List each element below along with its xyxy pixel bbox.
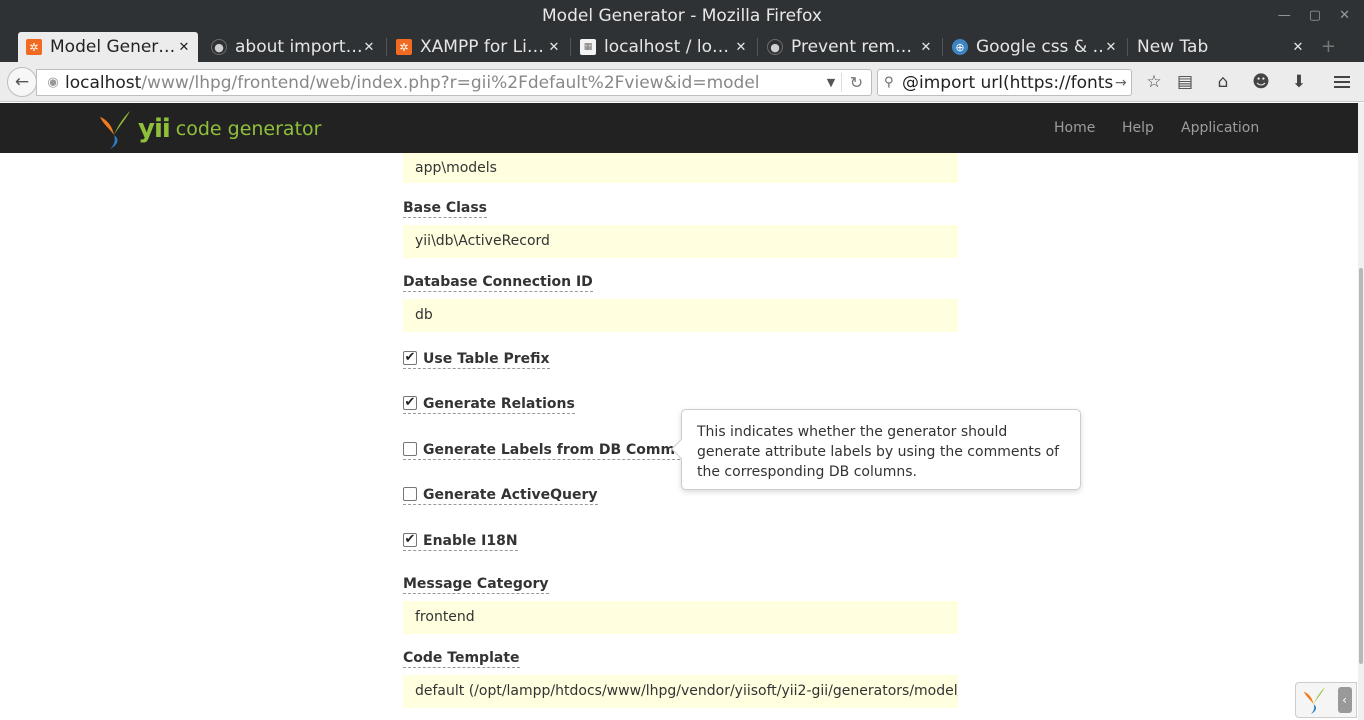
google-css-icon: ⊕ (952, 39, 968, 55)
url-dropdown-icon[interactable]: ▼ (821, 76, 841, 89)
back-button[interactable]: ← (7, 67, 37, 97)
new-tab-button[interactable]: + (1321, 36, 1336, 57)
yii-logo-icon (100, 111, 130, 149)
yii-logo[interactable]: yii code generator (96, 108, 321, 150)
phpmyadmin-icon: ▦ (580, 39, 596, 55)
tab-label: Google css & … (976, 37, 1103, 57)
tab-strip: ✲ Model Gener… ✕ ● about import… ✕ ✲ XAM… (0, 32, 1364, 62)
use-table-prefix-label: Use Table Prefix (423, 351, 550, 367)
bookmark-star-icon[interactable]: ☆ (1143, 71, 1165, 93)
tab-xampp[interactable]: ✲ XAMPP for Li… ✕ (388, 32, 568, 62)
chat-icon[interactable]: ☻ (1250, 71, 1272, 93)
search-icon: ⚲ (884, 75, 894, 90)
tab-label: Prevent rem… (791, 37, 913, 57)
generate-labels-row[interactable]: Generate Labels from DB Comments (403, 442, 710, 460)
search-go-icon[interactable]: → (1115, 75, 1131, 91)
tab-new-tab[interactable]: New Tab ✕ (1129, 32, 1312, 62)
nav-help[interactable]: Help (1122, 103, 1154, 153)
xampp-icon: ✲ (26, 39, 42, 55)
code-template-label: Code Template (403, 650, 520, 668)
db-connection-label: Database Connection ID (403, 274, 593, 292)
generate-labels-label: Generate Labels from DB Comments (423, 442, 710, 458)
message-category-input[interactable]: frontend (403, 601, 958, 634)
generate-relations-checkbox[interactable]: ✔ (403, 396, 417, 410)
code-template-select[interactable]: default (/opt/lampp/htdocs/www/lhpg/vend… (403, 675, 958, 708)
github-icon: ● (767, 39, 783, 55)
nav-home[interactable]: Home (1054, 103, 1095, 153)
tab-label: New Tab (1137, 37, 1209, 57)
tab-close-icon[interactable]: ✕ (546, 40, 562, 55)
reading-list-icon[interactable]: ▤ (1174, 71, 1196, 93)
generate-labels-tooltip: This indicates whether the generator sho… (671, 409, 1081, 490)
tab-about-import[interactable]: ● about import… ✕ (203, 32, 383, 62)
generate-labels-checkbox[interactable] (403, 442, 417, 456)
tab-close-icon[interactable]: ✕ (1290, 40, 1306, 55)
use-table-prefix-checkbox[interactable]: ✔ (403, 351, 417, 365)
generate-relations-label: Generate Relations (423, 396, 575, 412)
url-path: /www/lhpg/frontend/web/index.php?r=gii%2… (141, 72, 760, 93)
logo-code-generator-text: code generator (175, 118, 322, 140)
tooltip-text: This indicates whether the generator sho… (697, 424, 1060, 480)
site-info-icon[interactable]: ◉ (41, 75, 65, 90)
message-category-label: Message Category (403, 576, 549, 594)
generate-activequery-checkbox[interactable] (403, 487, 417, 501)
enable-i18n-row[interactable]: ✔ Enable I18N (403, 533, 518, 551)
tab-phpmyadmin[interactable]: ▦ localhost / lo… ✕ (572, 32, 755, 62)
tab-google-css[interactable]: ⊕ Google css & … ✕ (944, 32, 1125, 62)
url-host: localhost (65, 72, 142, 93)
enable-i18n-checkbox[interactable]: ✔ (403, 533, 417, 547)
generate-activequery-row[interactable]: Generate ActiveQuery (403, 487, 598, 505)
generate-activequery-label: Generate ActiveQuery (423, 487, 598, 503)
xampp-icon: ✲ (396, 39, 412, 55)
tab-label: Model Gener… (50, 37, 176, 57)
reload-icon[interactable]: ↻ (841, 73, 871, 92)
minimize-button[interactable]: — (1278, 0, 1291, 32)
generate-relations-row[interactable]: ✔ Generate Relations (403, 396, 575, 414)
nav-application[interactable]: Application (1181, 103, 1259, 153)
url-text[interactable]: localhost/www/lhpg/frontend/web/index.ph… (65, 73, 821, 93)
tab-prevent-rem[interactable]: ● Prevent rem… ✕ (759, 32, 940, 62)
tab-close-icon[interactable]: ✕ (361, 40, 377, 55)
back-arrow-icon: ← (14, 72, 30, 92)
yii-navbar: yii code generator Home Help Application (0, 103, 1358, 153)
menu-icon[interactable] (1331, 71, 1353, 93)
page-scrollbar[interactable] (1358, 103, 1364, 720)
download-icon[interactable]: ⬇ (1288, 71, 1310, 93)
tab-close-icon[interactable]: ✕ (918, 40, 934, 55)
github-icon: ● (211, 39, 227, 55)
tab-model-generator[interactable]: ✲ Model Gener… ✕ (18, 32, 198, 62)
navigation-toolbar: ◉ localhost/www/lhpg/frontend/web/index.… (0, 62, 1364, 102)
yii-debug-toolbar[interactable]: ‹ (1295, 682, 1357, 718)
search-input[interactable]: @import url(https://fonts.g (902, 73, 1115, 93)
namespace-input[interactable]: app\models (403, 153, 958, 183)
db-connection-input[interactable]: db (403, 299, 958, 332)
yii-debug-logo-icon (1303, 687, 1325, 714)
use-table-prefix-row[interactable]: ✔ Use Table Prefix (403, 351, 550, 369)
base-class-input[interactable]: yii\db\ActiveRecord (403, 225, 958, 258)
base-class-label: Base Class (403, 200, 488, 218)
scrollbar-thumb[interactable] (1359, 268, 1363, 664)
search-bar[interactable]: ⚲ @import url(https://fonts.g → (877, 69, 1132, 96)
maximize-button[interactable]: ▢ (1309, 0, 1321, 32)
tab-close-icon[interactable]: ✕ (1103, 40, 1119, 55)
window-title: Model Generator - Mozilla Firefox (542, 6, 822, 26)
logo-yii-text: yii (138, 114, 171, 144)
debug-expand-icon[interactable]: ‹ (1337, 687, 1352, 713)
window-titlebar: Model Generator - Mozilla Firefox — ▢ ✕ (0, 0, 1364, 32)
tab-label: about import… (235, 37, 361, 57)
tab-close-icon[interactable]: ✕ (176, 40, 192, 55)
enable-i18n-label: Enable I18N (423, 533, 518, 549)
close-window-button[interactable]: ✕ (1339, 0, 1350, 32)
tab-label: localhost / lo… (604, 37, 729, 57)
tab-close-icon[interactable]: ✕ (733, 40, 749, 55)
url-bar[interactable]: ◉ localhost/www/lhpg/frontend/web/index.… (36, 69, 872, 96)
home-icon[interactable]: ⌂ (1212, 71, 1234, 93)
tab-label: XAMPP for Li… (420, 37, 544, 57)
